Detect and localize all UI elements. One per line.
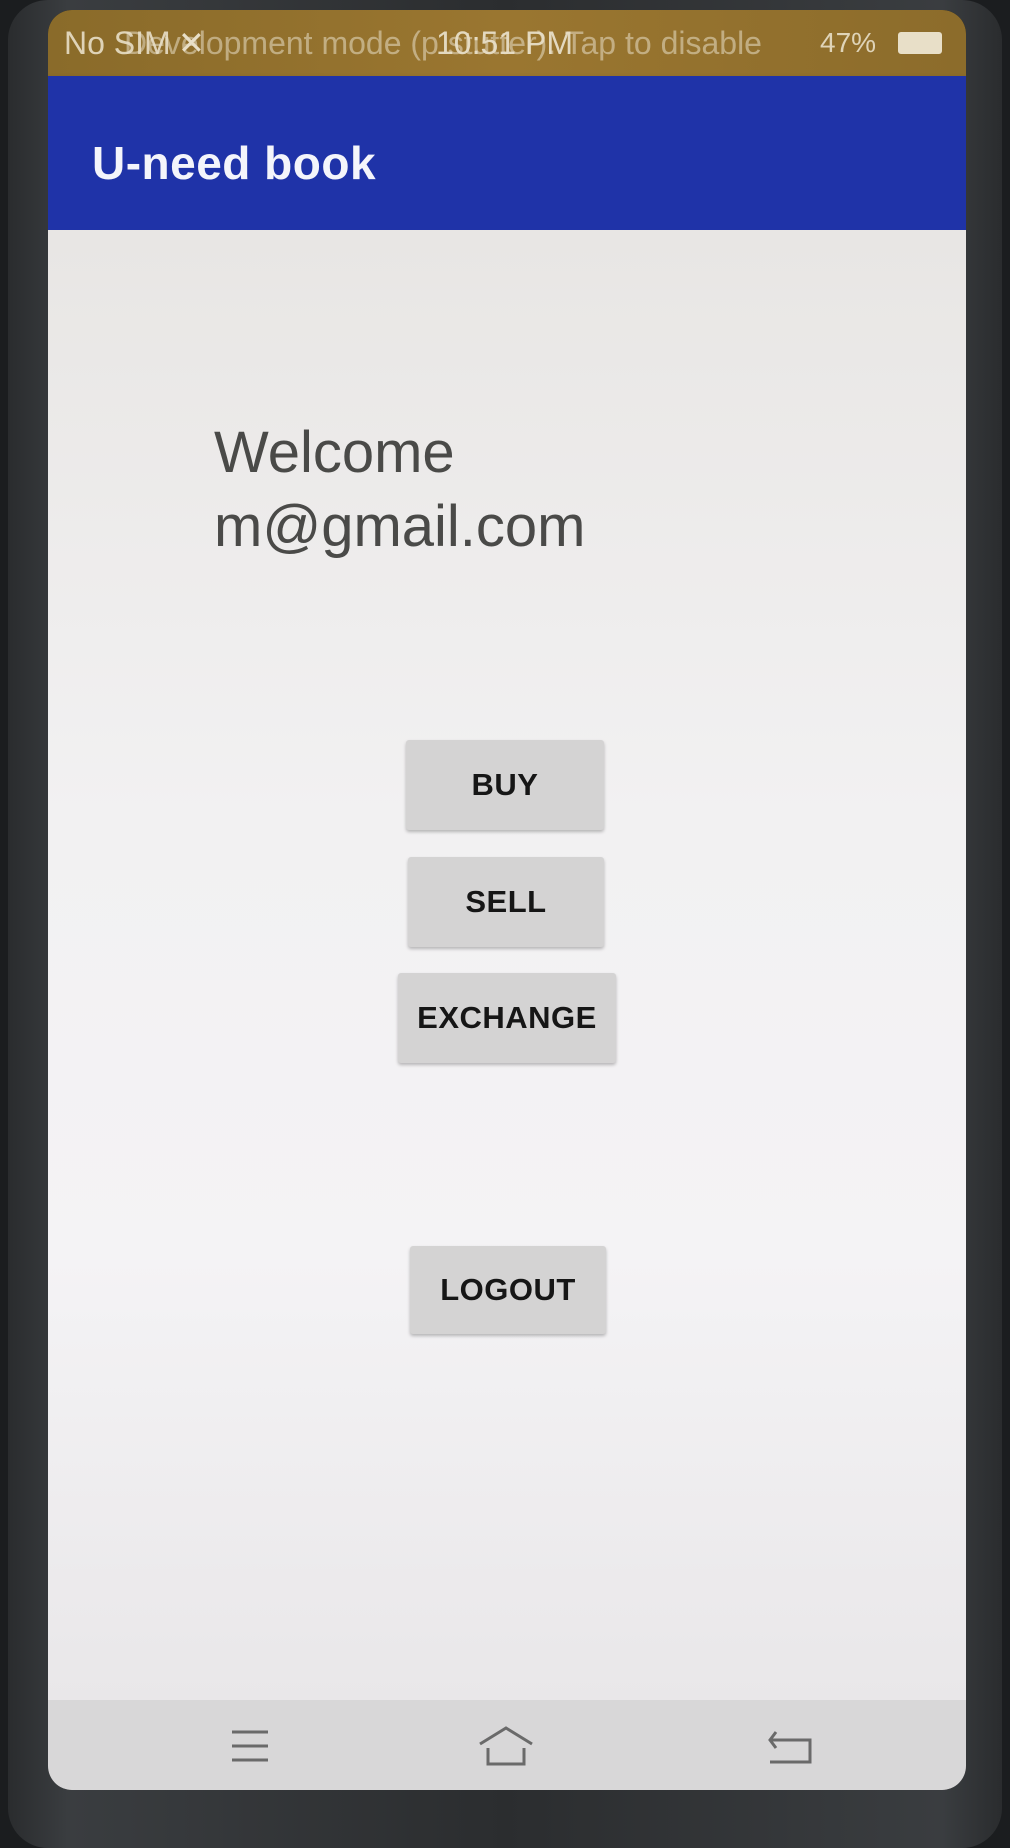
exchange-button[interactable]: EXCHANGE — [398, 973, 616, 1063]
buy-button[interactable]: BUY — [406, 740, 604, 830]
welcome-label: Welcome — [214, 420, 455, 485]
home-icon[interactable] — [476, 1718, 536, 1774]
screen: Development mode (p stutter). Tap to dis… — [48, 10, 966, 1790]
battery-icon — [898, 32, 942, 54]
phone-frame: Development mode (p stutter). Tap to dis… — [8, 0, 1002, 1848]
back-icon[interactable] — [760, 1718, 820, 1774]
developer-tools-icon: ✕ — [178, 25, 205, 61]
sell-button[interactable]: SELL — [408, 857, 604, 947]
sim-status: No SIM — [64, 25, 171, 61]
app-title: U-need book — [92, 137, 377, 189]
user-email: m@gmail.com — [214, 494, 586, 559]
app-bar: U-need book — [48, 76, 966, 230]
welcome-message: Welcome m@gmail.com — [214, 416, 585, 564]
logout-button[interactable]: LOGOUT — [410, 1246, 606, 1334]
status-bar: Development mode (p stutter). Tap to dis… — [48, 10, 966, 76]
clock: 10:51 PM — [436, 25, 573, 61]
menu-icon[interactable] — [220, 1718, 280, 1774]
main-content: Welcome m@gmail.com BUY SELL EXCHANGE LO… — [48, 230, 966, 1700]
navigation-bar — [48, 1700, 966, 1790]
battery-percent: 47% — [820, 27, 877, 58]
